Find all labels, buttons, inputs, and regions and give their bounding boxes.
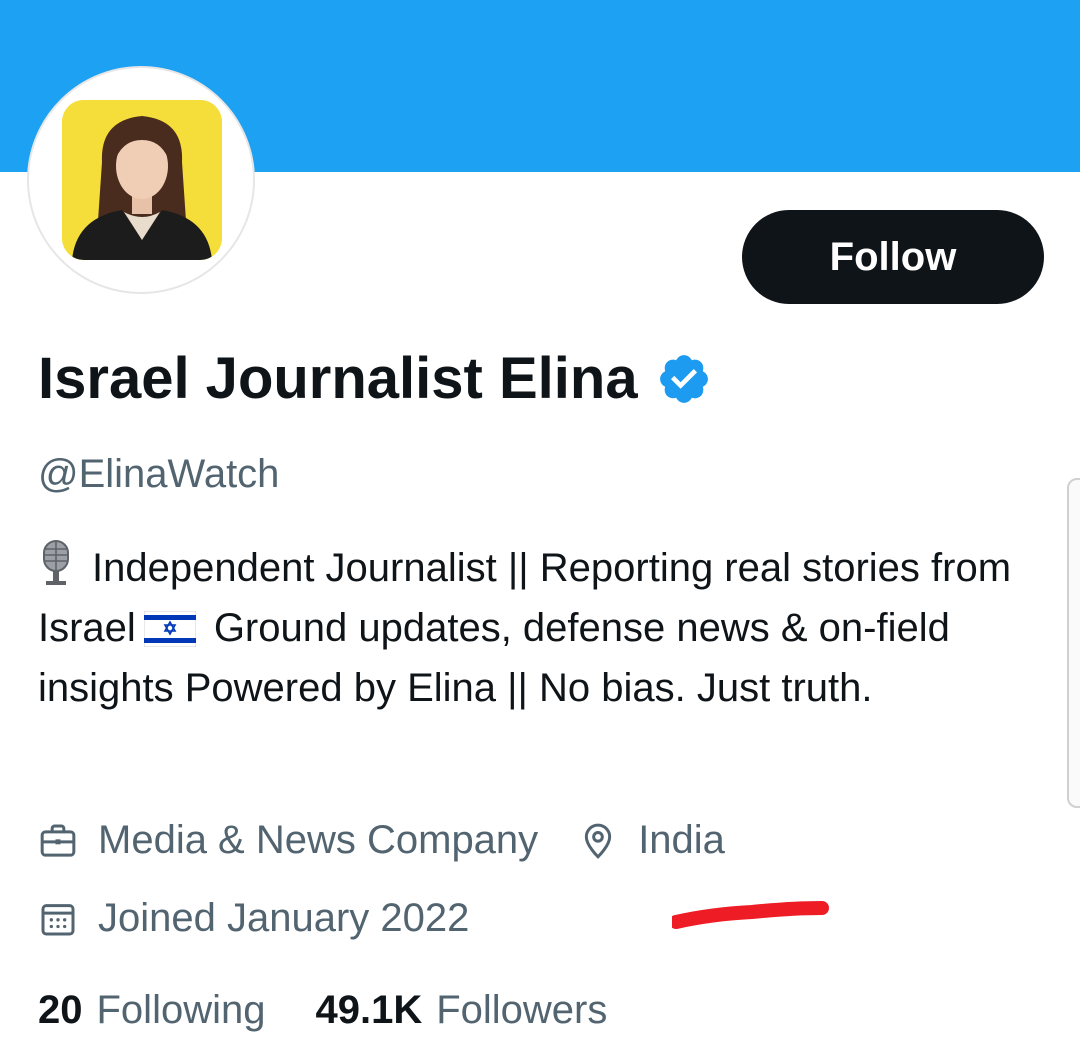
avatar[interactable]: [62, 100, 222, 260]
red-underline-annotation: [672, 901, 829, 929]
joined-row: Joined January 2022: [38, 896, 469, 941]
location-pin-icon: [585, 823, 612, 859]
briefcase-icon: [40, 824, 76, 857]
studio-microphone-icon: [43, 540, 69, 585]
scrollbar-thumb[interactable]: [1067, 478, 1080, 808]
verified-badge-icon[interactable]: [656, 351, 712, 407]
profile-bio: Independent Journalist || Reporting real…: [38, 538, 1048, 718]
profile-location: India: [638, 818, 725, 862]
following-label: Following: [96, 988, 266, 1032]
name-row: Israel Journalist Elina: [38, 345, 712, 412]
follow-counts: 20 Following 49.1K Followers: [38, 988, 657, 1033]
profile-meta-row: Media & News Company India: [38, 818, 725, 863]
israel-flag-icon: [143, 611, 196, 647]
joined-date: Joined January 2022: [98, 896, 470, 940]
avatar-image: [62, 100, 222, 260]
followers-count: 49.1K: [315, 988, 423, 1032]
following-count: 20: [38, 988, 83, 1032]
follow-button[interactable]: Follow: [742, 210, 1044, 304]
display-name: Israel Journalist Elina: [38, 346, 638, 411]
followers-link[interactable]: 49.1K Followers: [315, 988, 607, 1033]
profile-category: Media & News Company: [98, 818, 539, 862]
followers-label: Followers: [436, 988, 608, 1032]
profile-handle: @ElinaWatch: [38, 452, 280, 496]
calendar-icon: [41, 903, 75, 935]
following-link[interactable]: 20 Following: [38, 988, 265, 1033]
